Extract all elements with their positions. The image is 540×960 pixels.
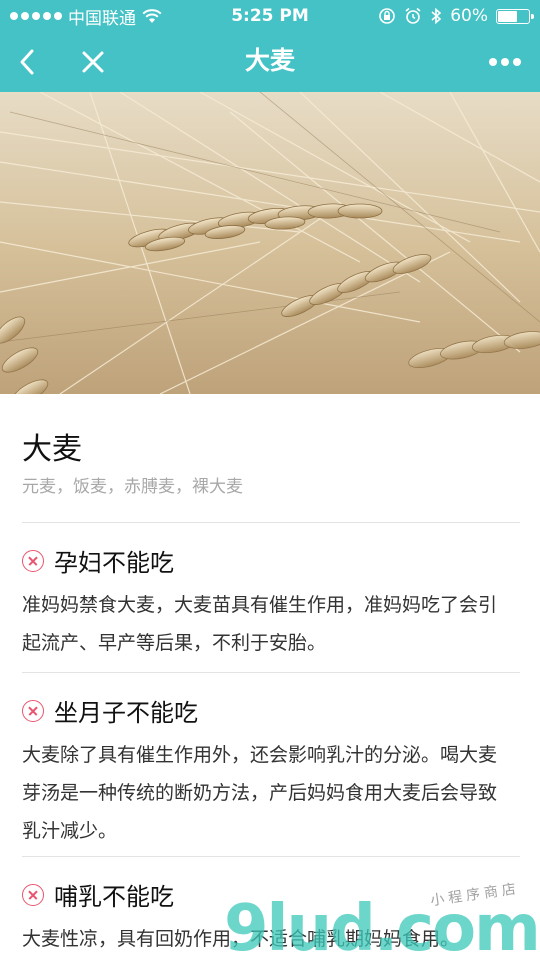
- food-aliases: 元麦，饭麦，赤膊麦，裸大麦: [22, 477, 243, 497]
- more-button[interactable]: [478, 32, 532, 92]
- navigation-bar: 大麦: [0, 32, 540, 92]
- restriction-text: 大麦性凉，具有回奶作用，不适合哺乳期妈妈食用。: [22, 928, 460, 950]
- restriction-title: 孕妇不能吃: [54, 549, 174, 577]
- status-right: 60%: [378, 0, 534, 32]
- restriction-section-pregnancy: 孕妇不能吃 准妈妈禁食大麦，大麦苗具有催生作用，准妈妈吃了会引起流产、早产等后果…: [22, 522, 520, 662]
- battery-percent: 60%: [450, 6, 488, 26]
- restriction-section-postpartum: 坐月子不能吃 大麦除了具有催生作用外，还会影响乳汁的分泌。喝大麦芽汤是一种传统的…: [22, 672, 520, 850]
- barley-photo: [0, 92, 540, 394]
- restriction-title: 哺乳不能吃: [54, 883, 174, 911]
- restriction-text: 准妈妈禁食大麦，大麦苗具有催生作用，准妈妈吃了会引起流产、早产等后果，不利于安胎…: [22, 594, 498, 654]
- food-name: 大麦: [22, 432, 82, 467]
- not-allowed-icon: [22, 883, 44, 906]
- status-bar: 中国联通 5:25 PM 60%: [0, 0, 540, 32]
- restriction-section-breastfeeding: 哺乳不能吃 大麦性凉，具有回奶作用，不适合哺乳期妈妈食用。: [22, 856, 520, 958]
- restriction-title: 坐月子不能吃: [54, 699, 198, 727]
- battery-level: [498, 10, 518, 22]
- battery-icon: [496, 8, 534, 24]
- alarm-icon: [405, 7, 421, 24]
- more-icon: [489, 58, 521, 66]
- rotation-lock-icon: [379, 8, 396, 24]
- restriction-text: 大麦除了具有催生作用外，还会影响乳汁的分泌。喝大麦芽汤是一种传统的断奶方法，产后…: [22, 744, 498, 842]
- not-allowed-icon: [22, 699, 44, 722]
- barley-hero-image: [0, 92, 540, 394]
- bluetooth-icon: [431, 7, 442, 25]
- page-title: 大麦: [244, 46, 295, 75]
- not-allowed-icon: [22, 549, 44, 572]
